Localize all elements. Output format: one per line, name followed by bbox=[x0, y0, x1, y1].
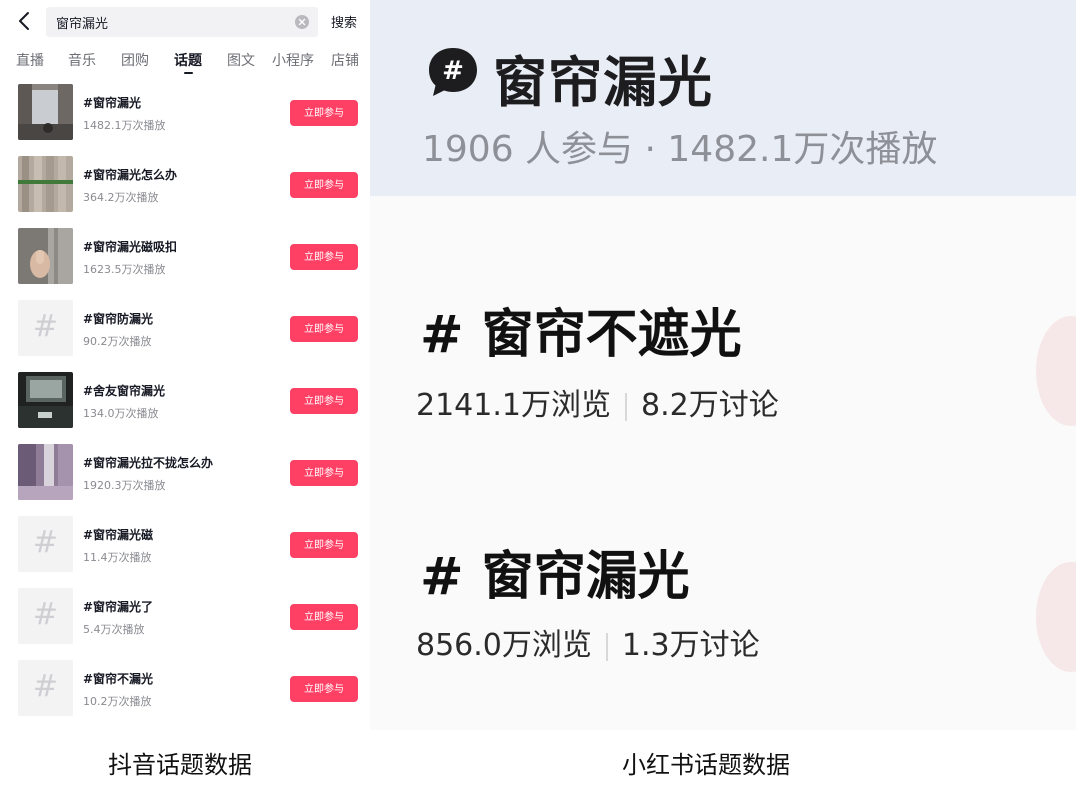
card-topic-stats: 2141.1万浏览 8.2万讨论 bbox=[416, 380, 779, 424]
hero-topic-stats: 1906 人参与 · 1482.1万次播放 bbox=[422, 129, 938, 170]
list-item[interactable]: # #窗帘漏光磁 11.4万次播放 立即参与 bbox=[0, 516, 370, 574]
topic-thumbnail bbox=[18, 372, 73, 428]
list-item[interactable]: #窗帘漏光怎么办 364.2万次播放 立即参与 bbox=[0, 156, 370, 214]
topic-title: #窗帘漏光 bbox=[83, 96, 142, 110]
card-topic-title: # 窗帘不遮光 bbox=[420, 305, 742, 365]
topic-play-count: 1482.1万次播放 bbox=[83, 119, 166, 132]
search-query: 窗帘漏光 bbox=[56, 17, 109, 32]
stat-divider bbox=[624, 392, 627, 421]
topic-thumbnail bbox=[18, 84, 73, 140]
topic-title: #窗帘漏光拉不拢怎么办 bbox=[83, 456, 214, 470]
topic-card[interactable]: # 窗帘漏光 856.0万浏览 1.3万讨论 bbox=[370, 436, 1076, 730]
join-button[interactable]: 立即参与 bbox=[290, 532, 358, 558]
hash-placeholder-icon: # bbox=[32, 669, 59, 704]
join-button[interactable]: 立即参与 bbox=[290, 172, 358, 198]
join-button[interactable]: 立即参与 bbox=[290, 244, 358, 270]
tab-music[interactable]: 音乐 bbox=[68, 50, 96, 70]
view-count: 856.0万浏览 bbox=[416, 628, 592, 663]
list-item[interactable]: # #窗帘防漏光 90.2万次播放 立即参与 bbox=[0, 300, 370, 358]
card-topic-title: # 窗帘漏光 bbox=[420, 547, 690, 607]
active-tab-indicator bbox=[184, 72, 193, 74]
topic-hero: # 窗帘漏光 1906 人参与 · 1482.1万次播放 bbox=[370, 0, 1076, 196]
topic-play-count: 134.0万次播放 bbox=[83, 407, 159, 420]
topic-play-count: 11.4万次播放 bbox=[83, 551, 152, 564]
list-item[interactable]: #窗帘漏光拉不拢怎么办 1920.3万次播放 立即参与 bbox=[0, 444, 370, 502]
search-button[interactable]: 搜索 bbox=[331, 12, 357, 31]
topic-card[interactable]: # 窗帘不遮光 2141.1万浏览 8.2万讨论 bbox=[370, 196, 1076, 436]
tab-group-buy[interactable]: 团购 bbox=[121, 50, 149, 70]
topic-play-count: 10.2万次播放 bbox=[83, 695, 152, 708]
topic-title: #窗帘不漏光 bbox=[83, 672, 154, 686]
douyin-panel: 窗帘漏光 搜索 直播 音乐 团购 话题 图文 小程序 店铺 #窗帘漏光 1482… bbox=[0, 0, 370, 730]
hero-topic-title: 窗帘漏光 bbox=[493, 51, 713, 114]
decorative-blob bbox=[1036, 562, 1076, 672]
hash-placeholder-icon: # bbox=[32, 309, 59, 344]
join-button[interactable]: 立即参与 bbox=[290, 100, 358, 126]
list-item[interactable]: # #窗帘不漏光 10.2万次播放 立即参与 bbox=[0, 660, 370, 718]
list-item[interactable]: #窗帘漏光 1482.1万次播放 立即参与 bbox=[0, 84, 370, 142]
stat-divider bbox=[605, 632, 608, 661]
hash-bubble-icon: # bbox=[426, 45, 480, 99]
back-arrow-icon[interactable] bbox=[14, 10, 36, 32]
topic-play-count: 5.4万次播放 bbox=[83, 623, 145, 636]
topic-thumbnail: # bbox=[18, 300, 73, 356]
topic-title: #窗帘漏光怎么办 bbox=[83, 168, 178, 182]
tab-store[interactable]: 店铺 bbox=[331, 50, 359, 70]
topic-thumbnail: # bbox=[18, 588, 73, 644]
card-topic-stats: 856.0万浏览 1.3万讨论 bbox=[416, 620, 760, 664]
topic-thumbnail: # bbox=[18, 660, 73, 716]
caption-douyin: 抖音话题数据 bbox=[108, 751, 252, 779]
tab-live[interactable]: 直播 bbox=[16, 50, 44, 70]
topic-thumbnail bbox=[18, 156, 73, 212]
topic-thumbnail bbox=[18, 444, 73, 500]
xiaohongshu-panel: # 窗帘漏光 1906 人参与 · 1482.1万次播放 # 窗帘不遮光 214… bbox=[370, 0, 1076, 730]
topic-title: #窗帘防漏光 bbox=[83, 312, 154, 326]
search-bar: 窗帘漏光 搜索 bbox=[0, 0, 370, 44]
view-count: 2141.1万浏览 bbox=[416, 388, 611, 423]
tab-topics[interactable]: 话题 bbox=[174, 50, 202, 70]
discussion-count: 1.3万讨论 bbox=[621, 628, 760, 663]
join-button[interactable]: 立即参与 bbox=[290, 460, 358, 486]
topic-thumbnail bbox=[18, 228, 73, 284]
topic-play-count: 1623.5万次播放 bbox=[83, 263, 166, 276]
topic-title: #舍友窗帘漏光 bbox=[83, 384, 166, 398]
topic-title: #窗帘漏光磁吸扣 bbox=[83, 240, 178, 254]
join-button[interactable]: 立即参与 bbox=[290, 316, 358, 342]
join-button[interactable]: 立即参与 bbox=[290, 676, 358, 702]
list-item[interactable]: # #窗帘漏光了 5.4万次播放 立即参与 bbox=[0, 588, 370, 646]
topic-thumbnail: # bbox=[18, 516, 73, 572]
topic-title: #窗帘漏光了 bbox=[83, 600, 154, 614]
list-item[interactable]: #窗帘漏光磁吸扣 1623.5万次播放 立即参与 bbox=[0, 228, 370, 286]
tab-image-text[interactable]: 图文 bbox=[227, 50, 255, 70]
topic-play-count: 1920.3万次播放 bbox=[83, 479, 166, 492]
topic-title: #窗帘漏光磁 bbox=[83, 528, 154, 542]
topic-play-count: 364.2万次播放 bbox=[83, 191, 159, 204]
list-item[interactable]: #舍友窗帘漏光 134.0万次播放 立即参与 bbox=[0, 372, 370, 430]
caption-xiaohongshu: 小红书话题数据 bbox=[622, 751, 790, 779]
join-button[interactable]: 立即参与 bbox=[290, 388, 358, 414]
hash-placeholder-icon: # bbox=[32, 597, 59, 632]
topic-play-count: 90.2万次播放 bbox=[83, 335, 152, 348]
join-button[interactable]: 立即参与 bbox=[290, 604, 358, 630]
svg-text:#: # bbox=[442, 56, 464, 86]
tab-mini-program[interactable]: 小程序 bbox=[272, 50, 314, 70]
clear-icon[interactable] bbox=[295, 15, 309, 29]
search-input[interactable]: 窗帘漏光 bbox=[46, 7, 318, 37]
tab-bar: 直播 音乐 团购 话题 图文 小程序 店铺 bbox=[0, 48, 370, 78]
discussion-count: 8.2万讨论 bbox=[640, 388, 779, 423]
decorative-blob bbox=[1036, 316, 1076, 426]
hash-placeholder-icon: # bbox=[32, 525, 59, 560]
